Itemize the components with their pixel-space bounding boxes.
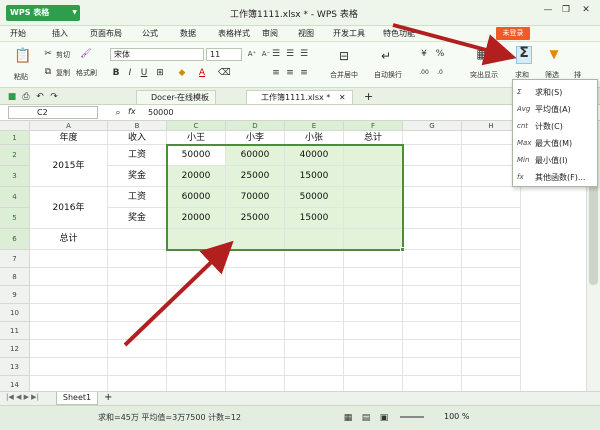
arrow-to-selection [123,240,234,347]
arrow-to-sum [392,23,517,66]
cell-a4[interactable]: 2016年 [30,187,108,229]
cell-a2[interactable]: 2015年 [30,145,108,187]
